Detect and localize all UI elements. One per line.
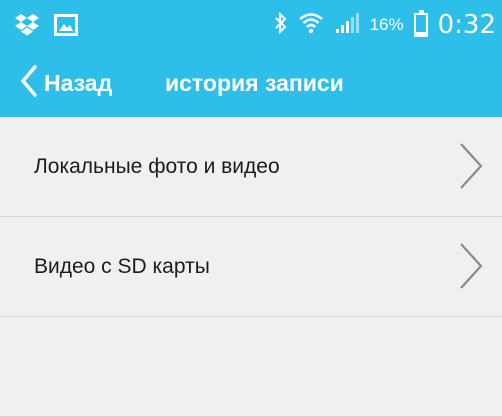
list-item-label: Локальные фото и видео (34, 155, 280, 178)
back-label: Назад (44, 70, 113, 96)
list-item-label: Видео с SD карты (34, 255, 210, 278)
back-button[interactable]: Назад (20, 50, 112, 117)
menu-list: Локальные фото и видео Видео с SD карты (0, 117, 502, 417)
page-title: история записи (165, 70, 344, 96)
chevron-left-icon (20, 64, 38, 103)
list-item-local-media[interactable]: Локальные фото и видео (0, 117, 502, 217)
chevron-right-icon (458, 141, 484, 196)
clock: 0:32 (437, 10, 496, 40)
battery-icon (413, 10, 428, 37)
list-item-sd-card-video[interactable]: Видео с SD карты (0, 217, 502, 317)
wifi-icon (298, 11, 324, 40)
image-icon (54, 14, 78, 41)
chevron-right-icon (458, 241, 484, 296)
status-bar: 16% 0:32 (0, 0, 502, 50)
battery-percent: 16% (369, 15, 404, 34)
list-item-partial[interactable] (0, 317, 502, 417)
signal-icon (334, 12, 360, 39)
top-app-bar: Назад история записи (0, 50, 502, 117)
bluetooth-icon (274, 11, 288, 39)
dropbox-icon (14, 13, 40, 42)
